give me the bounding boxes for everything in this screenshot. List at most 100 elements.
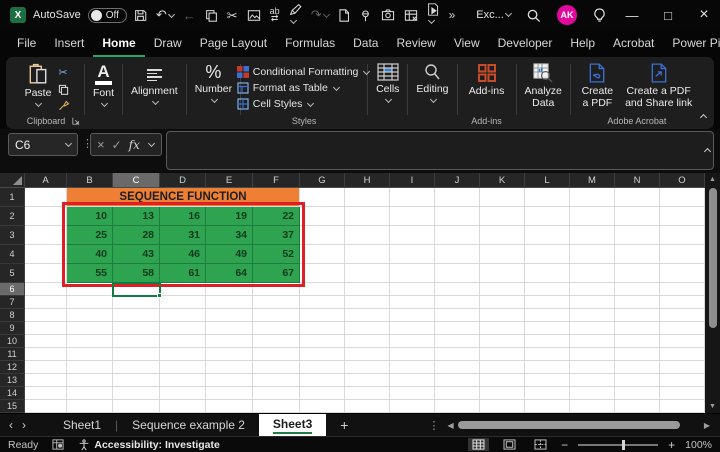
grid-cell-L8[interactable]: [525, 309, 570, 322]
zoom-slider-handle[interactable]: [622, 440, 625, 450]
grid-cell-C11[interactable]: [113, 348, 160, 361]
grid-cell-M3[interactable]: [570, 226, 615, 245]
insert-function-icon[interactable]: fx: [129, 138, 140, 152]
grid-cell-G2[interactable]: [300, 207, 345, 226]
row-header-9[interactable]: 9: [0, 322, 25, 335]
column-header-O[interactable]: O: [660, 173, 705, 188]
grid-cell-O6[interactable]: [660, 283, 705, 296]
column-header-L[interactable]: L: [525, 173, 570, 188]
grid-cell-N14[interactable]: [615, 387, 660, 400]
ribbon-tab-home[interactable]: Home: [93, 31, 144, 57]
grid-cell-F9[interactable]: [253, 322, 300, 335]
grid-cell-K4[interactable]: [480, 245, 525, 264]
table-cell-D2[interactable]: 16: [160, 207, 206, 226]
row-header-3[interactable]: 3: [0, 226, 25, 245]
camera-icon[interactable]: [381, 9, 395, 21]
grid-cell-O4[interactable]: [660, 245, 705, 264]
grid-cell-E9[interactable]: [206, 322, 253, 335]
grid-cell-J6[interactable]: [435, 283, 480, 296]
name-box[interactable]: C6: [8, 133, 78, 156]
grid-cell-H11[interactable]: [345, 348, 390, 361]
grid-cell-A4[interactable]: [25, 245, 67, 264]
grid-cell-O8[interactable]: [660, 309, 705, 322]
ribbon-tab-review[interactable]: Review: [387, 31, 444, 57]
autosave-toggle[interactable]: Off: [88, 8, 127, 23]
column-header-N[interactable]: N: [615, 173, 660, 188]
grid-cell-J2[interactable]: [435, 207, 480, 226]
column-header-G[interactable]: G: [300, 173, 345, 188]
copy-icon[interactable]: [58, 84, 70, 95]
column-header-D[interactable]: D: [160, 173, 206, 188]
table-cell-C4[interactable]: 43: [113, 245, 160, 264]
grid-cell-I14[interactable]: [390, 387, 435, 400]
row-header-11[interactable]: 11: [0, 348, 25, 361]
grid-cell-O12[interactable]: [660, 361, 705, 374]
search-icon[interactable]: [526, 8, 541, 23]
table-cell-C5[interactable]: 58: [113, 264, 160, 283]
grid-cell-J4[interactable]: [435, 245, 480, 264]
format-as-table-button[interactable]: Format as Table: [237, 82, 370, 94]
grid-cell-K11[interactable]: [480, 348, 525, 361]
column-header-B[interactable]: B: [67, 173, 113, 188]
maximize-button[interactable]: □: [658, 8, 678, 23]
redo-button[interactable]: ↷: [311, 8, 329, 22]
grid-cell-M6[interactable]: [570, 283, 615, 296]
grid-cell-O7[interactable]: [660, 296, 705, 309]
grid-cell-F12[interactable]: [253, 361, 300, 374]
sheet-tab-sheet3[interactable]: Sheet3: [259, 414, 326, 437]
grid-cell-J3[interactable]: [435, 226, 480, 245]
normal-view-button[interactable]: [468, 438, 489, 451]
grid-cell-D11[interactable]: [160, 348, 206, 361]
grid-cell-N6[interactable]: [615, 283, 660, 296]
grid-cell-O3[interactable]: [660, 226, 705, 245]
grid-cell-A8[interactable]: [25, 309, 67, 322]
grid-cell-B12[interactable]: [67, 361, 113, 374]
grid-cell-D14[interactable]: [160, 387, 206, 400]
ribbon-tab-acrobat[interactable]: Acrobat: [604, 31, 663, 57]
grid-cell-I8[interactable]: [390, 309, 435, 322]
grid-cell-N15[interactable]: [615, 400, 660, 413]
grid-cell-I7[interactable]: [390, 296, 435, 309]
grid-cell-L1[interactable]: [525, 188, 570, 207]
editing-button[interactable]: Editing: [410, 60, 454, 104]
grid-cell-J10[interactable]: [435, 335, 480, 348]
grid-cell-A11[interactable]: [25, 348, 67, 361]
grid-cell-H13[interactable]: [345, 374, 390, 387]
grid-cell-O1[interactable]: [660, 188, 705, 207]
grid-cell-A14[interactable]: [25, 387, 67, 400]
grid-cell-L13[interactable]: [525, 374, 570, 387]
grid-cell-F6[interactable]: [253, 283, 300, 296]
grid-cell-E12[interactable]: [206, 361, 253, 374]
grid-cell-N7[interactable]: [615, 296, 660, 309]
cells-button[interactable]: Cells: [370, 60, 405, 104]
grid-cell-H8[interactable]: [345, 309, 390, 322]
grid-cell-G7[interactable]: [300, 296, 345, 309]
grid-cell-G4[interactable]: [300, 245, 345, 264]
more-commands-icon[interactable]: »: [449, 9, 456, 21]
table-delete-icon[interactable]: [404, 9, 418, 22]
grid-cell-E7[interactable]: [206, 296, 253, 309]
column-header-E[interactable]: E: [206, 173, 253, 188]
table-cell-E3[interactable]: 34: [206, 226, 253, 245]
grid-cell-I13[interactable]: [390, 374, 435, 387]
cut-icon[interactable]: ✂: [227, 9, 238, 22]
grid-cell-J12[interactable]: [435, 361, 480, 374]
row-header-8[interactable]: 8: [0, 309, 25, 322]
grid-cell-O14[interactable]: [660, 387, 705, 400]
grid-cell-I3[interactable]: [390, 226, 435, 245]
paste-picture-icon[interactable]: [247, 9, 261, 22]
table-cell-D3[interactable]: 31: [160, 226, 206, 245]
grid-cell-G14[interactable]: [300, 387, 345, 400]
grid-cell-B14[interactable]: [67, 387, 113, 400]
grid-cell-C15[interactable]: [113, 400, 160, 413]
grid-cell-L6[interactable]: [525, 283, 570, 296]
grid-cell-O10[interactable]: [660, 335, 705, 348]
grid-cell-G1[interactable]: [300, 188, 345, 207]
analyze-data-button[interactable]: AnalyzeData: [519, 60, 568, 109]
row-header-12[interactable]: 12: [0, 361, 25, 374]
scroll-down-icon[interactable]: ▼: [709, 400, 716, 413]
grid-cell-C12[interactable]: [113, 361, 160, 374]
ribbon-tab-help[interactable]: Help: [561, 31, 604, 57]
grid-cell-G12[interactable]: [300, 361, 345, 374]
row-header-6[interactable]: 6: [0, 283, 25, 296]
